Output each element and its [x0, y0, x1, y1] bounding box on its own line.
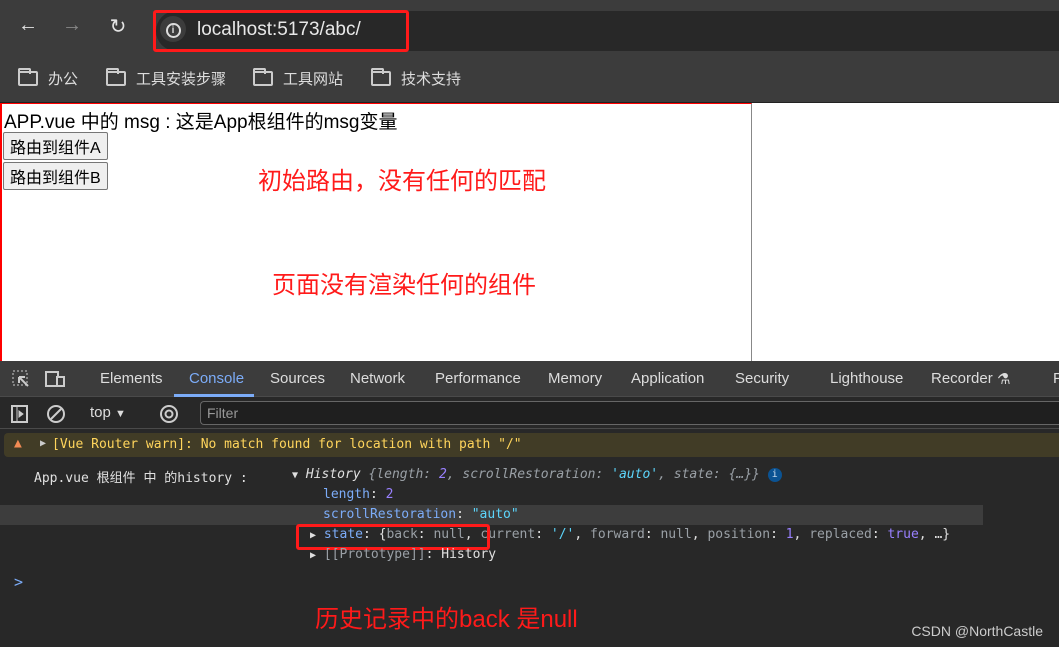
folder-icon [18, 68, 38, 86]
prop-scroll-restoration: scrollRestoration: "auto" [323, 507, 519, 522]
bookmark-label: 技术支持 [401, 71, 462, 88]
log-label: App.vue 根组件 中 的history : [34, 471, 248, 486]
folder-icon [106, 68, 126, 86]
inspect-element-icon[interactable] [11, 369, 31, 389]
back-button[interactable]: ← [16, 14, 40, 37]
bookmark-folder[interactable]: 工具网站 [253, 68, 343, 89]
route-a-button[interactable]: 路由到组件A [3, 132, 108, 160]
browser-toolbar: ← → ↻ i localhost:5173/abc/ [0, 0, 1059, 52]
tab-network[interactable]: Network [350, 370, 405, 387]
bookmark-label: 办公 [48, 71, 79, 88]
watermark: CSDN @NorthCastle [911, 623, 1043, 639]
context-value: top [90, 404, 111, 421]
filter-input[interactable]: Filter [200, 401, 1059, 425]
expanded-arrow-icon: ▼ [292, 470, 299, 481]
tab-security[interactable]: Security [735, 370, 789, 387]
annotation-note: 历史记录中的back 是null [315, 606, 578, 633]
msg-text: APP.vue 中的 msg : 这是App根组件的msg变量 [4, 112, 398, 133]
folder-icon [371, 68, 391, 86]
tab-more[interactable]: P [1053, 370, 1059, 387]
device-toolbar-icon[interactable] [44, 369, 66, 389]
warning-message: ▲ ▶ [Vue Router warn]: No match found fo… [4, 433, 1059, 457]
tab-memory[interactable]: Memory [548, 370, 602, 387]
sidebar-toggle-icon[interactable] [10, 404, 30, 424]
folder-icon [253, 68, 273, 86]
prop-prototype[interactable]: ▶ [[Prototype]]: History [310, 547, 496, 562]
bookmark-folder[interactable]: 技术支持 [371, 68, 461, 89]
route-b-button[interactable]: 路由到组件B [3, 162, 108, 190]
info-icon[interactable]: i [767, 467, 782, 482]
console-toolbar: top ▼ Filter [0, 397, 1059, 429]
expand-arrow-icon[interactable]: ▶ [40, 438, 46, 449]
object-name: History [305, 467, 361, 482]
expand-arrow-icon: ▶ [310, 550, 317, 561]
bookmark-folder[interactable]: 工具安装步骤 [106, 68, 226, 89]
console-prompt[interactable]: > [14, 573, 23, 591]
history-object-summary[interactable]: ▼ History {length: 2, scrollRestoration:… [292, 467, 782, 482]
warning-icon: ▲ [14, 436, 22, 451]
annotation-note: 初始路由，没有任何的匹配 [258, 168, 546, 195]
app-viewport: APP.vue 中的 msg : 这是App根组件的msg变量 路由到组件A 路… [0, 103, 752, 361]
eye-icon[interactable] [157, 403, 181, 425]
tab-performance[interactable]: Performance [435, 370, 521, 387]
tab-lighthouse[interactable]: Lighthouse [830, 370, 903, 387]
bookmark-label: 工具网站 [283, 71, 344, 88]
bookmarks-bar: 办公 工具安装步骤 工具网站 技术支持 [0, 52, 1059, 103]
tab-console[interactable]: Console [189, 370, 244, 387]
reload-button[interactable]: ↻ [106, 14, 130, 39]
devtools-tabs: Elements Console Sources Network Perform… [0, 361, 1059, 397]
chevron-down-icon: ▼ [115, 408, 126, 420]
page-content: APP.vue 中的 msg : 这是App根组件的msg变量 路由到组件A 路… [0, 103, 1059, 361]
devtools-panel: Elements Console Sources Network Perform… [0, 361, 1059, 647]
context-selector[interactable]: top ▼ [90, 404, 126, 421]
tab-application[interactable]: Application [631, 370, 704, 387]
annotation-note: 页面没有渲染任何的组件 [272, 272, 536, 299]
forward-button[interactable]: → [60, 14, 84, 37]
prop-length: length: 2 [323, 487, 394, 502]
tab-recorder[interactable]: Recorder [931, 370, 993, 387]
warning-text: [Vue Router warn]: No match found for lo… [52, 437, 522, 452]
tab-sources[interactable]: Sources [270, 370, 325, 387]
bookmark-label: 工具安装步骤 [136, 71, 227, 88]
tab-elements[interactable]: Elements [100, 370, 163, 387]
flask-icon: ⚗ [997, 371, 1011, 388]
annotation-highlight-box [153, 10, 409, 52]
clear-console-icon[interactable] [45, 403, 67, 425]
bookmark-folder[interactable]: 办公 [18, 68, 78, 89]
